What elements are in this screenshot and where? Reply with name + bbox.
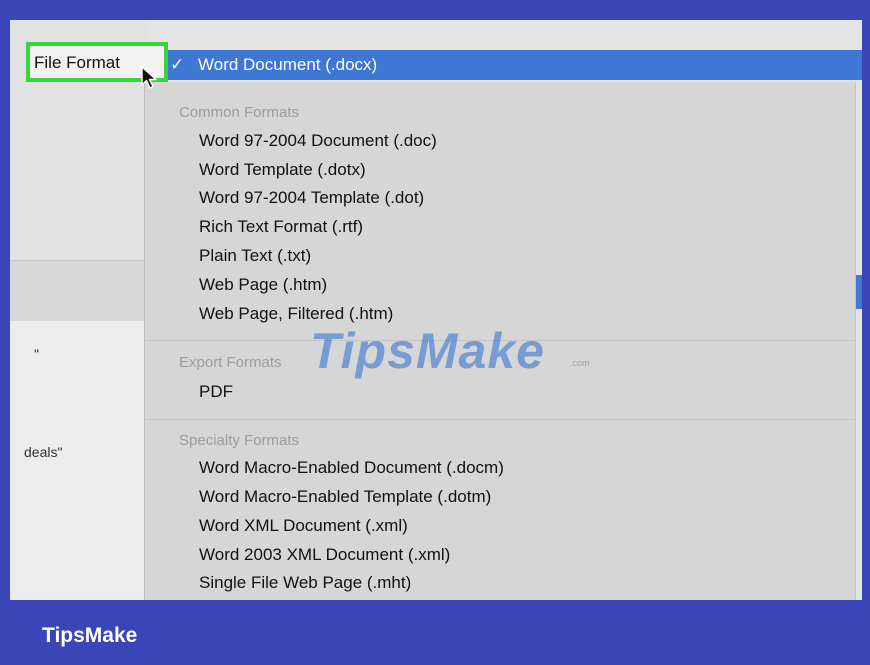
left-snippet-2: deals" [24,444,63,460]
menu-item-htm[interactable]: Web Page (.htm) [199,275,327,295]
menu-item-docm[interactable]: Word Macro-Enabled Document (.docm) [199,458,504,478]
section-header-common-formats: Common Formats [179,104,300,121]
dialog-left-pane: " deals" [10,20,150,600]
menu-item-pdf[interactable]: PDF [199,382,233,402]
left-pane-band [10,260,150,322]
checkmark-icon: ✓ [170,55,185,74]
file-format-label: File Format [34,53,120,72]
menu-item-dotm[interactable]: Word Macro-Enabled Template (.dotm) [199,487,491,507]
section-header-export-formats: Export Formats [179,354,282,371]
watermark-sub: .com [570,358,590,368]
file-format-selected-option[interactable]: ✓ Word Document (.docx) [158,50,862,80]
footer-brand: TipsMake [42,624,138,647]
selected-format-label: Word Document (.docx) [198,55,378,74]
mouse-pointer-icon [141,66,157,89]
left-snippet-1: " [34,346,39,362]
right-edge-highlight [856,275,862,309]
menu-item-xml[interactable]: Word XML Document (.xml) [199,516,408,536]
menu-item-dotx[interactable]: Word Template (.dotx) [199,160,366,180]
menu-item-rtf[interactable]: Rich Text Format (.rtf) [199,217,363,237]
menu-separator [145,419,855,420]
menu-item-htm-filtered[interactable]: Web Page, Filtered (.htm) [199,304,393,324]
watermark-logo: TipsMake [310,323,545,379]
section-header-specialty-formats: Specialty Formats [179,432,300,449]
screenshot-frame: " deals" ✓ Word Document (.docx) File Fo… [10,20,862,600]
menu-item-dot[interactable]: Word 97-2004 Template (.dot) [199,188,424,208]
left-pane-document [10,321,150,600]
menu-item-mht[interactable]: Single File Web Page (.mht) [199,573,411,593]
menu-item-doc[interactable]: Word 97-2004 Document (.doc) [199,131,437,151]
menu-item-xml-2003[interactable]: Word 2003 XML Document (.xml) [199,545,450,565]
menu-item-txt[interactable]: Plain Text (.txt) [199,246,311,266]
